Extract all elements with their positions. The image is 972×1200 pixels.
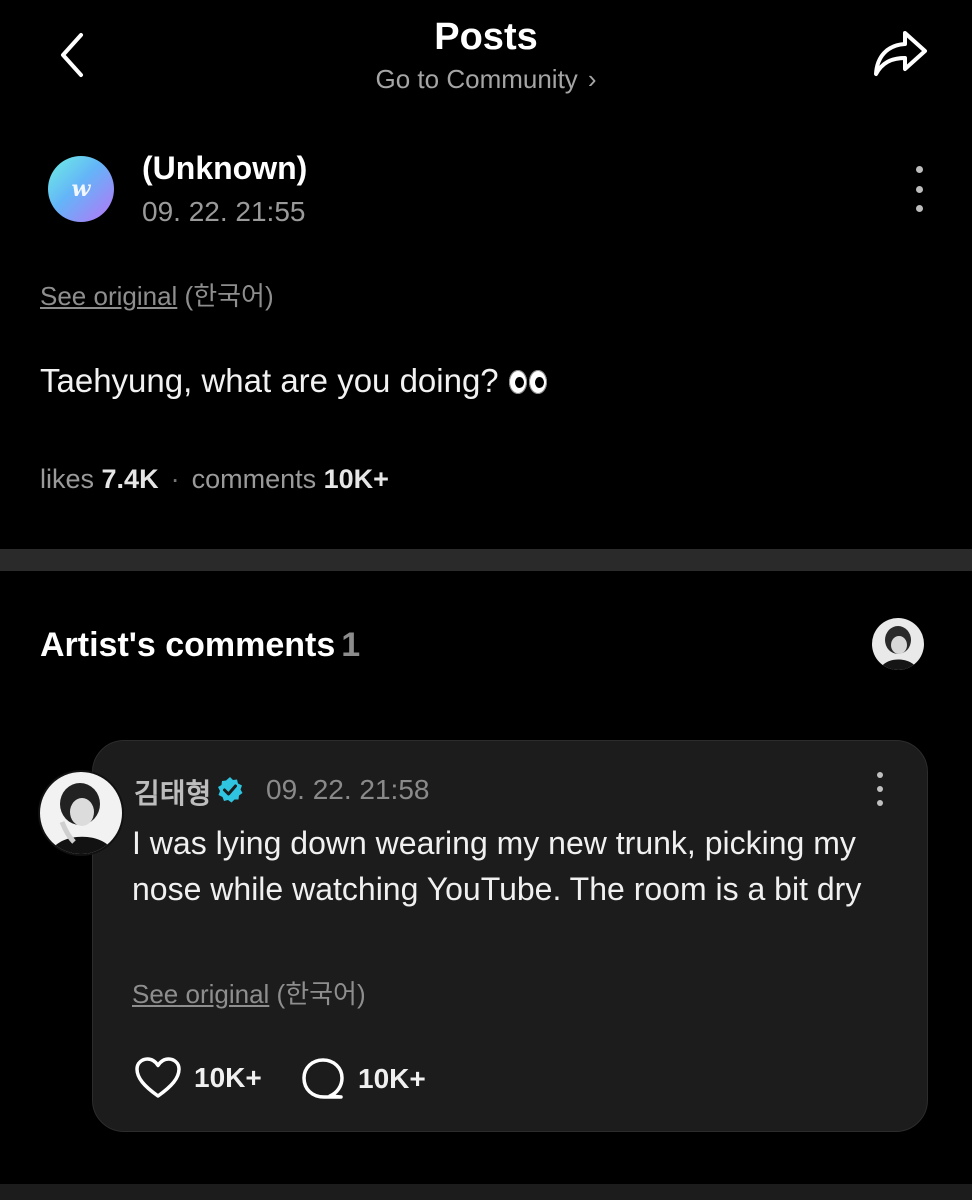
original-language: (한국어) — [184, 281, 274, 311]
chevron-right-icon: › — [587, 64, 597, 94]
comments-label: comments — [191, 464, 317, 494]
more-dot — [915, 205, 923, 212]
heart-icon — [135, 1057, 181, 1098]
post-see-original: See original (한국어) — [40, 276, 274, 313]
weverse-logo: w — [71, 176, 91, 202]
artist-avatar-small[interactable] — [872, 618, 924, 670]
section-divider — [0, 549, 972, 571]
separator-dot: · — [170, 464, 180, 494]
go-to-community-link[interactable]: Go to Community › — [0, 64, 972, 95]
post-text: Taehyung, what are you doing? — [40, 362, 499, 399]
see-original-link[interactable]: See original — [40, 281, 177, 311]
page-title: Posts — [434, 16, 538, 58]
comments-count: 10K+ — [323, 464, 389, 494]
post-timestamp: 09. 22. 21:55 — [142, 196, 306, 227]
author-avatar[interactable]: w — [48, 156, 114, 222]
share-button[interactable] — [868, 26, 932, 82]
comment-see-original: See original (한국어) — [132, 974, 366, 1011]
commenter-name[interactable]: 김태형 — [134, 772, 211, 812]
share-icon — [874, 31, 927, 76]
more-dot — [877, 786, 883, 792]
likes-label: likes — [40, 464, 95, 494]
artist-comments-heading: Artist's comments 1 — [40, 626, 360, 665]
artist-comments-title: Artist's comments — [40, 626, 336, 664]
artist-avatar[interactable] — [38, 770, 124, 856]
more-dot — [915, 185, 923, 193]
comment-timestamp: 09. 22. 21:58 — [266, 774, 430, 805]
more-dot — [915, 166, 923, 173]
more-dot — [877, 772, 883, 778]
comment-more-button[interactable] — [866, 772, 894, 806]
comment-text: I was lying down wearing my new trunk, p… — [132, 825, 862, 907]
like-count: 10K+ — [194, 1062, 262, 1093]
like-button[interactable]: 10K+ — [134, 1056, 262, 1100]
comment-bubble-icon — [302, 1058, 344, 1099]
community-link-label: Go to Community — [375, 64, 578, 94]
more-dot — [877, 800, 883, 806]
likes-count: 7.4K — [101, 464, 159, 494]
original-language: (한국어) — [276, 979, 366, 1009]
post-body: Taehyung, what are you doing? — [40, 362, 549, 402]
author-name[interactable]: (Unknown) — [142, 150, 307, 187]
eyes-emoji-icon — [508, 364, 549, 402]
artist-comments-count: 1 — [341, 626, 361, 664]
reply-count: 10K+ — [358, 1063, 426, 1094]
verified-badge-icon — [216, 776, 244, 804]
reply-button[interactable]: 10K+ — [300, 1056, 426, 1102]
post-more-button[interactable] — [904, 166, 934, 212]
post-stats: likes 7.4K · comments 10K+ — [40, 464, 389, 495]
bottom-divider — [0, 1184, 972, 1200]
see-original-link[interactable]: See original — [132, 979, 269, 1009]
